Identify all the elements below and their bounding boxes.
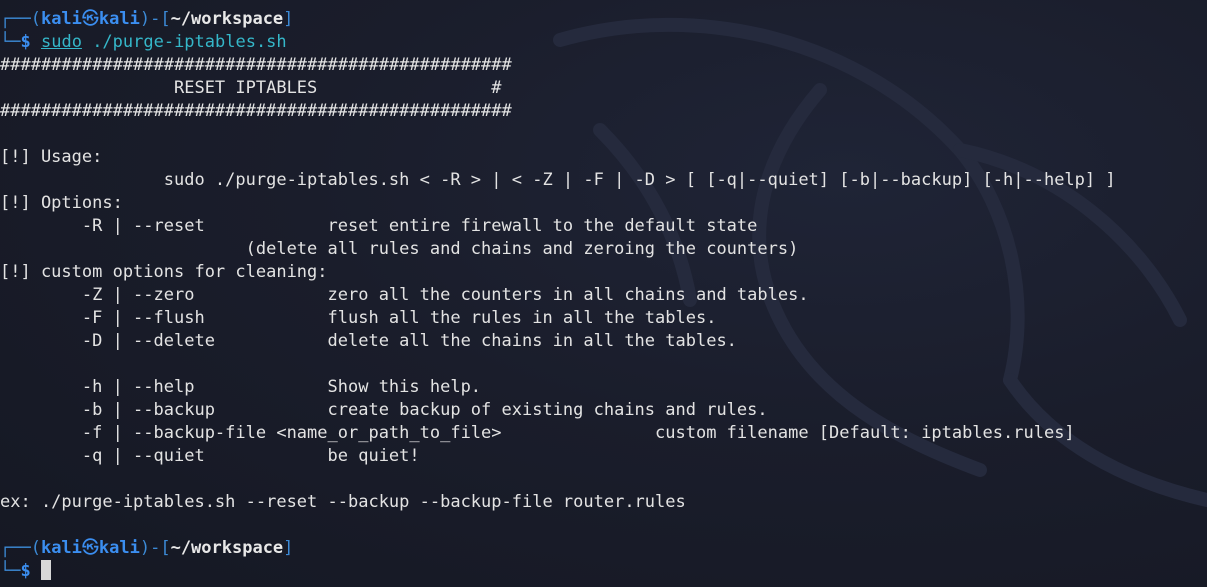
prompt-separator-icon: ㉿	[81, 538, 99, 558]
prompt-bracket: )-[	[139, 538, 171, 558]
prompt-dollar: $	[20, 32, 31, 52]
prompt-separator-icon: ㉿	[81, 9, 99, 29]
output-line: [!] Options:	[0, 193, 123, 213]
prompt-host: kali	[98, 538, 140, 558]
prompt-user: kali	[40, 538, 82, 558]
output-line: [!] Usage:	[0, 147, 103, 167]
prompt-cwd: ~/workspace	[170, 9, 284, 29]
prompt-cwd: ~/workspace	[170, 538, 284, 558]
prompt-bracket-close: ]	[283, 9, 294, 29]
prompt-frame-bottom: └─	[0, 561, 21, 581]
output-line: -h | --help Show this help.	[0, 377, 482, 397]
output-line: -b | --backup create backup of existing …	[0, 400, 768, 420]
prompt-frame-top: ┌──(	[0, 9, 41, 29]
text-cursor[interactable]	[40, 560, 51, 580]
active-command-line[interactable]: └─$	[0, 560, 1207, 583]
output-line: -Z | --zero zero all the counters in all…	[0, 285, 809, 305]
output-line: -F | --flush flush all the rules in all …	[0, 308, 717, 328]
output-line: RESET IPTABLES #	[0, 78, 502, 98]
output-line: -D | --delete delete all the chains in a…	[0, 331, 737, 351]
command-line: └─$ sudo ./purge-iptables.sh	[0, 31, 1207, 54]
prompt-header-line: ┌──(kali㉿kali)-[~/workspace]	[0, 537, 1207, 560]
prompt-dollar: $	[20, 561, 31, 581]
output-line: ########################################…	[0, 101, 512, 121]
prompt-bracket: )-[	[139, 9, 171, 29]
prompt-user: kali	[40, 9, 82, 29]
output-line: -R | --reset reset entire firewall to th…	[0, 216, 758, 236]
prompt-header-line: ┌──(kali㉿kali)-[~/workspace]	[0, 8, 1207, 31]
prompt-frame-top: ┌──(	[0, 538, 41, 558]
output-line: -f | --backup-file <name_or_path_to_file…	[0, 423, 1075, 443]
prompt-bracket-close: ]	[283, 538, 294, 558]
output-line: -q | --quiet be quiet!	[0, 446, 420, 466]
output-line: ########################################…	[0, 55, 512, 75]
output-line: (delete all rules and chains and zeroing…	[0, 239, 799, 259]
output-line: sudo ./purge-iptables.sh < -R > | < -Z |…	[0, 170, 1116, 190]
command-script: ./purge-iptables.sh	[92, 32, 287, 52]
terminal-window[interactable]: ┌──(kali㉿kali)-[~/workspace] └─$ sudo ./…	[0, 8, 1207, 587]
output-line: [!] custom options for cleaning:	[0, 262, 328, 282]
output-line: ex: ./purge-iptables.sh --reset --backup…	[0, 492, 686, 512]
prompt-frame-bottom: └─	[0, 32, 21, 52]
prompt-host: kali	[98, 9, 140, 29]
command-sudo: sudo	[40, 32, 82, 52]
command-output: ########################################…	[0, 54, 1207, 537]
